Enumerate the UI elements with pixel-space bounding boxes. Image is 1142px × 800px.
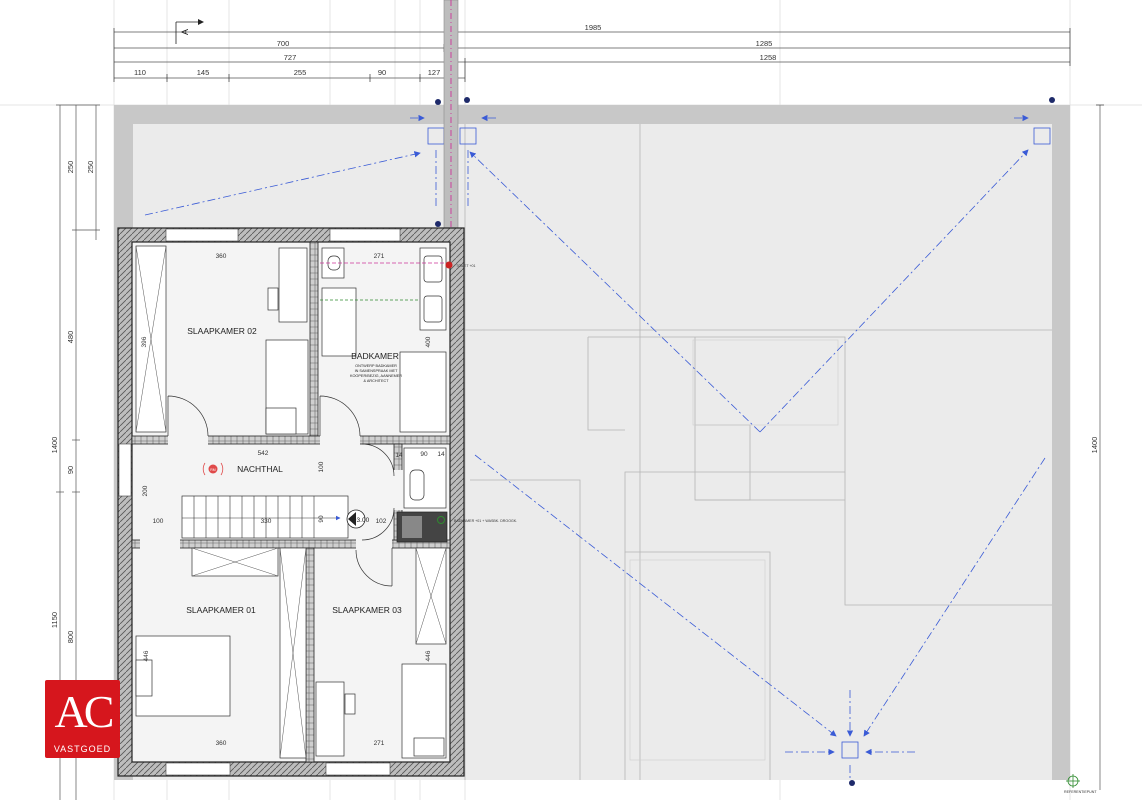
section-label: A bbox=[180, 29, 190, 35]
dim-1285: 1285 bbox=[756, 39, 773, 48]
room-slaapkamer-03: SLAAPKAMER 03 bbox=[332, 605, 402, 615]
room-slaapkamer-02: SLAAPKAMER 02 bbox=[187, 326, 257, 336]
dim-127: 127 bbox=[428, 68, 441, 77]
logo-mark: AC bbox=[54, 686, 115, 737]
room-badkamer: BADKAMER bbox=[351, 351, 399, 361]
dim-145: 145 bbox=[197, 68, 210, 77]
badkamer-note-4: & ARCHITECT bbox=[363, 379, 389, 383]
dim-330: 330 bbox=[261, 518, 272, 525]
section-marker: A bbox=[175, 19, 204, 44]
dim-1985: 1985 bbox=[585, 23, 602, 32]
left-dimension-labels: 1400 1150 250 480 90 800 250 bbox=[50, 161, 95, 644]
annotation-toilet: TOILET +01 bbox=[456, 264, 476, 268]
logo-wordmark: VASTGOED bbox=[53, 744, 112, 754]
dim-400: 400 bbox=[425, 336, 432, 347]
dim-800: 800 bbox=[66, 631, 75, 644]
dim-1258: 1258 bbox=[760, 53, 777, 62]
dim-1400-left: 1400 bbox=[50, 437, 59, 454]
brand-logo: AC VASTGOED bbox=[45, 680, 120, 758]
dim-90: 90 bbox=[378, 68, 386, 77]
dim-446-b: 446 bbox=[425, 650, 432, 661]
dim-700: 700 bbox=[277, 39, 290, 48]
dim-271-top: 271 bbox=[374, 253, 385, 260]
dim-90-stair: 90 bbox=[318, 515, 325, 523]
floor-plan: 1985 700 1285 727 1258 110 145 255 90 12… bbox=[0, 0, 1142, 800]
dim-727: 727 bbox=[284, 53, 297, 62]
dim-100-hall: 100 bbox=[318, 461, 325, 472]
dim-14-a: 14 bbox=[395, 452, 403, 459]
level-label: +3.00 bbox=[353, 517, 370, 524]
dim-480: 480 bbox=[66, 331, 75, 344]
room-slaapkamer-01: SLAAPKAMER 01 bbox=[186, 605, 256, 615]
dim-110: 110 bbox=[134, 68, 146, 77]
rm-label: RM bbox=[210, 468, 216, 472]
badkamer-note-2: IN SAMENSPRAAK MET bbox=[355, 369, 399, 373]
dim-100-stair: 100 bbox=[153, 518, 164, 525]
dim-102: 102 bbox=[376, 518, 387, 525]
room-nachthal: NACHTHAL bbox=[237, 464, 283, 474]
badkamer-note-3: KOOPER/BEZIG, AANNEMER bbox=[350, 374, 402, 378]
dim-90-left: 90 bbox=[66, 466, 75, 474]
dim-255: 255 bbox=[294, 68, 307, 77]
building bbox=[117, 227, 465, 777]
dim-250-b: 250 bbox=[86, 161, 95, 174]
annotation-kitchen: BADKAMER +01 + WASBK. DROOGK. bbox=[454, 519, 517, 523]
dim-360-top: 360 bbox=[216, 253, 227, 260]
right-dimension: 1400 bbox=[1090, 104, 1104, 790]
dim-1400-right: 1400 bbox=[1090, 437, 1099, 454]
badkamer-note-1: ONTWERP BADKAMER bbox=[355, 364, 397, 368]
dim-542: 542 bbox=[258, 450, 269, 457]
top-dimensions bbox=[113, 28, 1071, 82]
dim-14-b: 14 bbox=[437, 451, 445, 458]
dim-200: 200 bbox=[142, 485, 149, 496]
dim-360-bottom: 360 bbox=[216, 740, 227, 747]
dim-446-a: 446 bbox=[143, 650, 150, 661]
dim-250-a: 250 bbox=[66, 161, 75, 174]
dim-271-bottom: 271 bbox=[374, 740, 385, 747]
dim-396: 396 bbox=[141, 336, 148, 347]
annotation-reference: REFERENTIEPUNT bbox=[1064, 790, 1097, 794]
dim-90-wc: 90 bbox=[420, 451, 428, 458]
dim-1150: 1150 bbox=[50, 612, 59, 628]
